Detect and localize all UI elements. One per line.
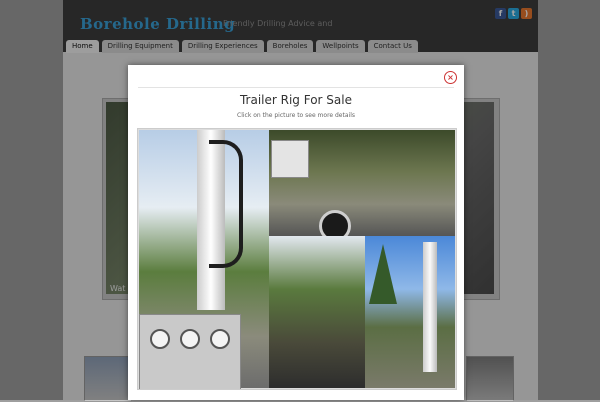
rig-control-box-shape — [271, 140, 309, 178]
rig-photo-yard — [365, 236, 455, 388]
modal-divider — [138, 87, 454, 88]
gauge-dial-shape — [180, 329, 200, 349]
modal-title: Trailer Rig For Sale — [239, 93, 352, 107]
close-icon[interactable]: × — [444, 71, 457, 84]
rig-hose-shape — [209, 140, 243, 268]
modal-subtitle: Click on the picture to see more details — [237, 112, 355, 119]
rig-photo-trailer — [269, 130, 455, 242]
rig-mast-shape — [423, 242, 437, 372]
rig-photo-side — [269, 236, 365, 388]
lightbox-modal: × Trailer Rig For Sale Click on the pict… — [128, 65, 464, 400]
gauge-dial-shape — [210, 329, 230, 349]
gauge-dial-shape — [150, 329, 170, 349]
tree-shape — [369, 244, 397, 304]
rig-photo-gauges — [139, 314, 241, 389]
rig-photo-collage[interactable] — [137, 128, 457, 390]
